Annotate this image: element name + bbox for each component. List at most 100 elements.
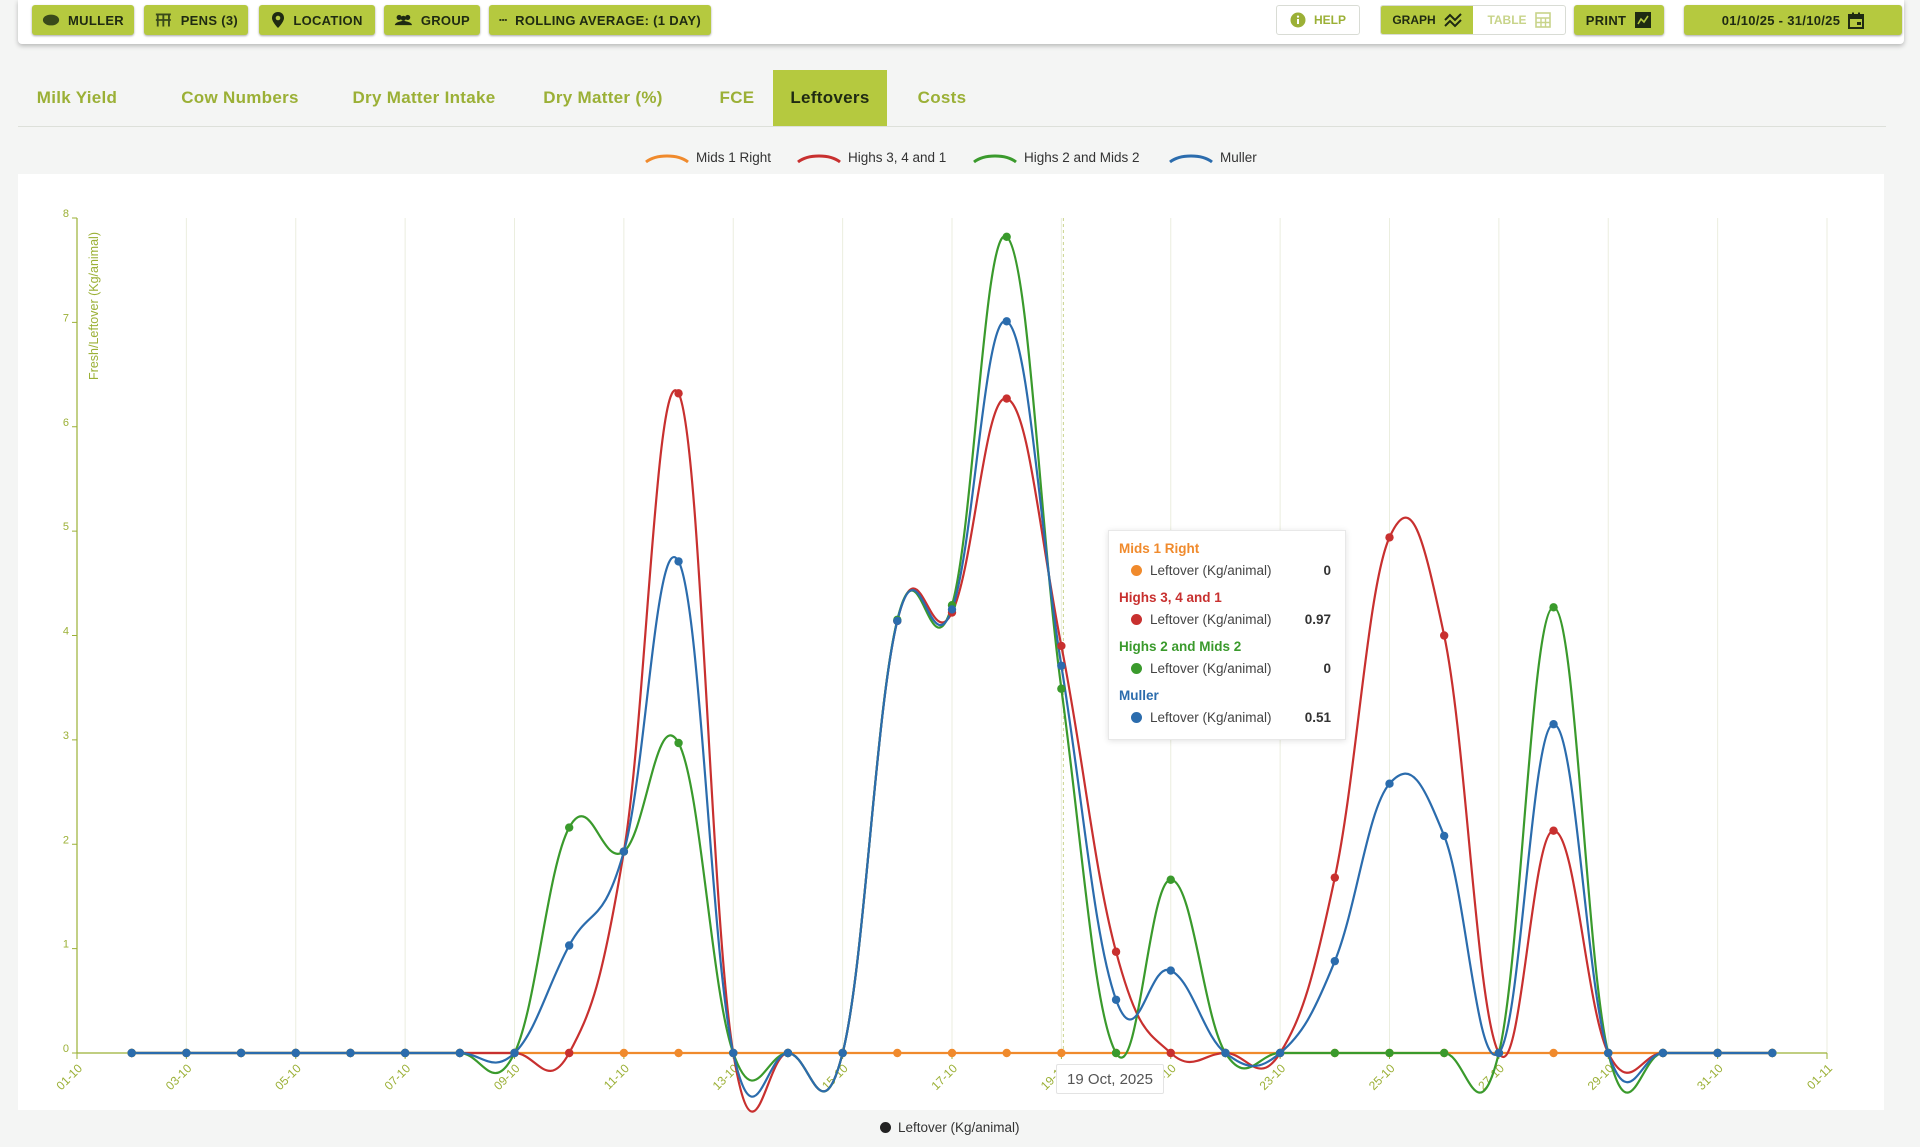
data-point[interactable] [674, 738, 683, 748]
y-tick-label: 0 [63, 1043, 69, 1055]
data-point[interactable] [1057, 661, 1066, 670]
data-point[interactable] [510, 1048, 519, 1058]
data-point[interactable] [564, 823, 574, 832]
bottom-legend-label: Leftover (Kg/animal) [898, 1120, 1020, 1135]
tooltip-series-name: Highs 3, 4 and 1 [1119, 590, 1222, 605]
data-point[interactable] [1549, 1048, 1558, 1058]
x-tick-label: 31-10 [1694, 1061, 1726, 1093]
data-point[interactable] [783, 1048, 793, 1058]
data-point[interactable] [893, 1048, 902, 1058]
data-point[interactable] [619, 847, 629, 856]
data-point[interactable] [1002, 394, 1011, 403]
data-point[interactable] [455, 1048, 465, 1058]
tooltip-row: Leftover (Kg/animal) 0 [1131, 563, 1331, 578]
data-point[interactable] [1166, 1048, 1175, 1058]
data-point[interactable] [893, 616, 902, 626]
tooltip-value: 0.97 [1304, 612, 1331, 627]
y-tick-label: 4 [63, 626, 69, 638]
data-point[interactable] [1330, 956, 1340, 966]
data-point[interactable] [346, 1048, 355, 1058]
leftovers-line-chart: 0 1 2 3 4 5 6 7 8 Fresh/Leftover (Kg/animal) 01-10… [54, 208, 1835, 1113]
data-point[interactable] [1330, 1048, 1340, 1058]
data-point[interactable] [1002, 1048, 1011, 1058]
data-point[interactable] [1002, 317, 1011, 326]
data-point[interactable] [400, 1048, 410, 1058]
data-point[interactable] [947, 605, 957, 614]
data-point[interactable] [1439, 631, 1449, 640]
tooltip-value: 0.51 [1304, 710, 1331, 725]
data-point[interactable] [1385, 533, 1394, 542]
bottom-legend[interactable]: Leftover (Kg/animal) [880, 1120, 1020, 1135]
x-tick-label: 25-10 [1366, 1061, 1398, 1093]
data-point[interactable] [947, 1048, 957, 1058]
tooltip-value: 0 [1323, 563, 1331, 578]
tooltip-series-name: Highs 2 and Mids 2 [1119, 639, 1242, 654]
data-point[interactable] [1057, 1048, 1066, 1058]
series-dot [1131, 712, 1142, 723]
data-point[interactable] [1057, 684, 1066, 693]
hover-date-badge: 19 Oct, 2025 [1056, 1064, 1164, 1094]
tooltip-series-name: Mids 1 Right [1119, 541, 1200, 556]
y-tick-label: 6 [63, 417, 69, 429]
data-point[interactable] [1439, 1048, 1449, 1058]
hover-tooltip: Mids 1 Right Leftover (Kg/animal) 0 High… [1108, 530, 1346, 740]
data-point[interactable] [1658, 1048, 1668, 1058]
y-tick-label: 7 [63, 312, 69, 324]
tooltip-row: Leftover (Kg/animal) 0.51 [1131, 710, 1331, 725]
tooltip-metric-label: Leftover (Kg/animal) [1150, 710, 1272, 725]
tooltip-value: 0 [1323, 661, 1331, 676]
data-point[interactable] [291, 1048, 300, 1058]
x-tick-label: 05-10 [272, 1061, 304, 1093]
data-point[interactable] [619, 1048, 629, 1058]
data-point[interactable] [1549, 603, 1558, 612]
data-point[interactable] [182, 1048, 191, 1058]
data-point[interactable] [1549, 720, 1558, 729]
tooltip-row: Leftover (Kg/animal) 0 [1131, 661, 1331, 676]
data-point[interactable] [1111, 995, 1121, 1004]
tooltip-row: Leftover (Kg/animal) 0.97 [1131, 612, 1331, 627]
y-tick-label: 3 [63, 730, 69, 742]
data-point[interactable] [1111, 947, 1121, 956]
data-point[interactable] [236, 1048, 246, 1058]
y-tick-label: 8 [63, 208, 69, 220]
data-point[interactable] [1221, 1048, 1230, 1058]
series-dot [1131, 614, 1142, 625]
data-point[interactable] [1166, 875, 1175, 884]
data-point[interactable] [1439, 831, 1449, 841]
x-tick-label: 01-10 [54, 1061, 86, 1093]
data-point[interactable] [1549, 826, 1558, 835]
data-point[interactable] [564, 1048, 574, 1058]
tooltip-metric-label: Leftover (Kg/animal) [1150, 661, 1272, 676]
data-point[interactable] [564, 941, 574, 950]
x-tick-label: 11-10 [601, 1061, 632, 1092]
legend-dot [880, 1122, 891, 1133]
x-tick-label: 23-10 [1257, 1061, 1289, 1093]
data-point[interactable] [1713, 1048, 1722, 1058]
data-point[interactable] [1385, 1048, 1394, 1058]
data-point[interactable] [127, 1048, 136, 1058]
data-point[interactable] [1002, 232, 1011, 241]
data-point[interactable] [1494, 1048, 1504, 1058]
data-point[interactable] [838, 1048, 847, 1058]
tooltip-metric-label: Leftover (Kg/animal) [1150, 612, 1272, 627]
data-point[interactable] [1057, 641, 1066, 651]
y-tick-label: 1 [63, 939, 69, 951]
data-point[interactable] [1385, 779, 1394, 788]
data-point[interactable] [674, 557, 683, 566]
data-point[interactable] [674, 1048, 683, 1058]
data-point[interactable] [1275, 1048, 1285, 1058]
data-point[interactable] [729, 1048, 738, 1058]
data-point[interactable] [1768, 1048, 1777, 1058]
tooltip-series-name: Muller [1119, 688, 1159, 703]
data-point[interactable] [674, 389, 683, 398]
data-point[interactable] [1330, 873, 1340, 882]
tooltip-metric-label: Leftover (Kg/animal) [1150, 563, 1272, 578]
data-point[interactable] [1604, 1048, 1613, 1058]
data-point[interactable] [1166, 966, 1175, 975]
x-tick-label: 03-10 [163, 1061, 195, 1093]
series-dot [1131, 565, 1142, 576]
x-tick-label: 07-10 [382, 1061, 414, 1093]
x-tick-label: 01-11 [1804, 1061, 1835, 1092]
data-point[interactable] [1111, 1048, 1121, 1058]
y-axis-title: Fresh/Leftover (Kg/animal) [87, 232, 101, 380]
